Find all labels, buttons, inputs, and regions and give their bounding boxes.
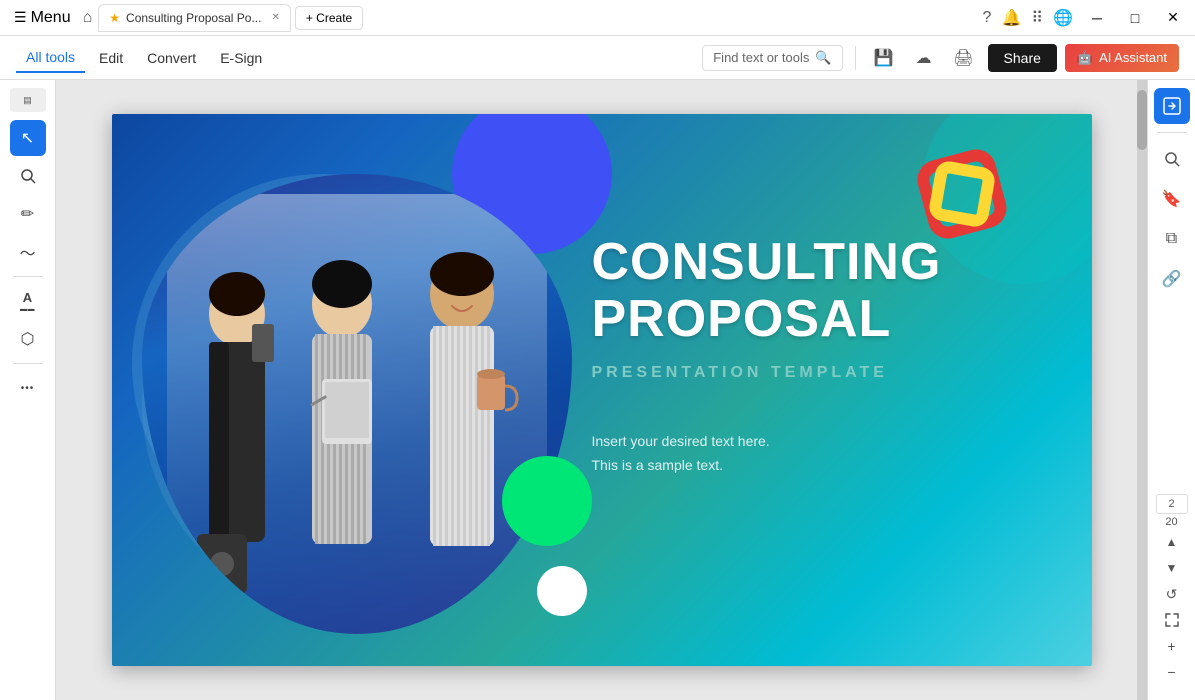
- search-icon: 🔍: [815, 50, 831, 66]
- print-button[interactable]: 🖨: [948, 42, 980, 74]
- more-tools-button[interactable]: •••: [10, 370, 46, 406]
- tab-close-icon[interactable]: ✕: [271, 12, 279, 23]
- bookmark-button[interactable]: 🔖: [1154, 181, 1190, 217]
- fit-icon: [1164, 612, 1180, 628]
- save-button[interactable]: 💾: [868, 42, 900, 74]
- menu-button[interactable]: ☰ Menu: [8, 5, 77, 31]
- star-icon: ★: [109, 11, 120, 25]
- page-indicator: ▤: [10, 88, 46, 112]
- page-down-button[interactable]: ▼: [1156, 556, 1188, 580]
- toolbar-right: Find text or tools 🔍 💾 ☁ 🖨 Share 🤖 AI As…: [702, 42, 1179, 74]
- notification-icon[interactable]: 🔔: [1001, 8, 1021, 28]
- ai-label: AI Assistant: [1099, 50, 1167, 65]
- tab-area: ★ Consulting Proposal Po... ✕ + Create: [98, 4, 976, 32]
- nav-convert[interactable]: Convert: [137, 44, 206, 72]
- refresh-button[interactable]: ↺: [1156, 582, 1188, 606]
- search-placeholder: Find text or tools: [713, 50, 809, 65]
- home-icon[interactable]: ⌂: [83, 9, 93, 27]
- zoom-tool-button[interactable]: [10, 158, 46, 194]
- right-separator-1: [1157, 132, 1187, 133]
- right-sidebar: 🔖 ⧉ 🔗 2 20 ▲ ▼ ↺ + −: [1147, 80, 1195, 700]
- upload-icon: ☁: [916, 48, 932, 68]
- ai-assistant-button[interactable]: 🤖 AI Assistant: [1065, 44, 1179, 72]
- tool-separator-2: [13, 363, 43, 364]
- search-right-icon: [1163, 150, 1181, 168]
- nav-esign[interactable]: E-Sign: [210, 44, 272, 72]
- print-icon: 🖨: [953, 48, 973, 68]
- people-illustration: [167, 194, 547, 634]
- search-area[interactable]: Find text or tools 🔍: [702, 45, 842, 71]
- document-tab[interactable]: ★ Consulting Proposal Po... ✕: [98, 4, 291, 32]
- zoom-in-button[interactable]: +: [1156, 634, 1188, 658]
- zoom-level: 20: [1165, 516, 1177, 528]
- stamp-tool-button[interactable]: ⬡: [10, 321, 46, 357]
- toolbar: All tools Edit Convert E-Sign Find text …: [0, 36, 1195, 80]
- slide-logo: [922, 154, 1002, 234]
- title-bar-right: ? 🔔 ⠿ 🌐 ─ □ ✕: [983, 4, 1187, 32]
- page-navigation: 2 20 ▲ ▼ ↺ + −: [1156, 494, 1188, 692]
- slide-white-circle: [537, 566, 587, 616]
- scroll-handle[interactable]: [1137, 80, 1147, 700]
- create-button[interactable]: + Create: [295, 6, 363, 30]
- save-icon: 💾: [874, 48, 894, 68]
- zoom-out-button[interactable]: −: [1156, 660, 1188, 684]
- main-layout: ▤ ↖ ✏ 〜 A ▬▬ ⬡ •••: [0, 80, 1195, 700]
- canvas-area[interactable]: CONSULTING PROPOSAL PRESENTATION TEMPLAT…: [56, 80, 1147, 700]
- pen-tool-button[interactable]: ✏: [10, 196, 46, 232]
- zoom-icon: [19, 167, 37, 185]
- slide-photo-area: [142, 174, 572, 634]
- menu-label: Menu: [31, 9, 71, 27]
- slide-body-line1: Insert your desired text here.: [592, 430, 1032, 454]
- nav-edit[interactable]: Edit: [89, 44, 133, 72]
- page-number: 2: [1156, 494, 1188, 514]
- close-window-button[interactable]: ✕: [1159, 4, 1187, 32]
- toolbar-divider: [855, 46, 856, 70]
- scroll-thumb[interactable]: [1137, 90, 1147, 150]
- upload-button[interactable]: ☁: [908, 42, 940, 74]
- minimize-button[interactable]: ─: [1083, 4, 1111, 32]
- page-up-button[interactable]: ▲: [1156, 530, 1188, 554]
- account-icon[interactable]: 🌐: [1053, 8, 1073, 28]
- ai-icon: 🤖: [1077, 50, 1093, 66]
- freehand-tool-button[interactable]: 〜: [10, 234, 46, 270]
- apps-icon[interactable]: ⠿: [1031, 8, 1043, 28]
- left-sidebar: ▤ ↖ ✏ 〜 A ▬▬ ⬡ •••: [0, 80, 56, 700]
- help-icon[interactable]: ?: [983, 9, 992, 27]
- slide-text-content: CONSULTING PROPOSAL PRESENTATION TEMPLAT…: [592, 234, 1032, 478]
- slide-body: Insert your desired text here. This is a…: [592, 430, 1032, 478]
- tool-separator-1: [13, 276, 43, 277]
- hamburger-icon: ☰: [14, 9, 27, 26]
- slide-title: CONSULTING PROPOSAL: [592, 234, 1032, 348]
- text-tool-button[interactable]: A ▬▬: [10, 283, 46, 319]
- copy-button[interactable]: ⧉: [1154, 221, 1190, 257]
- slide-subtitle: PRESENTATION TEMPLATE: [592, 364, 1032, 382]
- link-button[interactable]: 🔗: [1154, 261, 1190, 297]
- logo-inner-ring: [927, 159, 997, 229]
- export-panel-button[interactable]: [1154, 88, 1190, 124]
- fit-button[interactable]: [1156, 608, 1188, 632]
- share-button[interactable]: Share: [988, 44, 1057, 72]
- maximize-button[interactable]: □: [1121, 4, 1149, 32]
- export-icon: [1162, 96, 1182, 116]
- tab-title: Consulting Proposal Po...: [126, 11, 261, 25]
- cursor-tool-button[interactable]: ↖: [10, 120, 46, 156]
- search-right-button[interactable]: [1154, 141, 1190, 177]
- create-label: + Create: [306, 11, 352, 25]
- title-bar: ☰ Menu ⌂ ★ Consulting Proposal Po... ✕ +…: [0, 0, 1195, 36]
- nav-all-tools[interactable]: All tools: [16, 43, 85, 73]
- slide-green-circle: [502, 456, 592, 546]
- slide-body-line2: This is a sample text.: [592, 454, 1032, 478]
- slide-canvas: CONSULTING PROPOSAL PRESENTATION TEMPLAT…: [112, 114, 1092, 666]
